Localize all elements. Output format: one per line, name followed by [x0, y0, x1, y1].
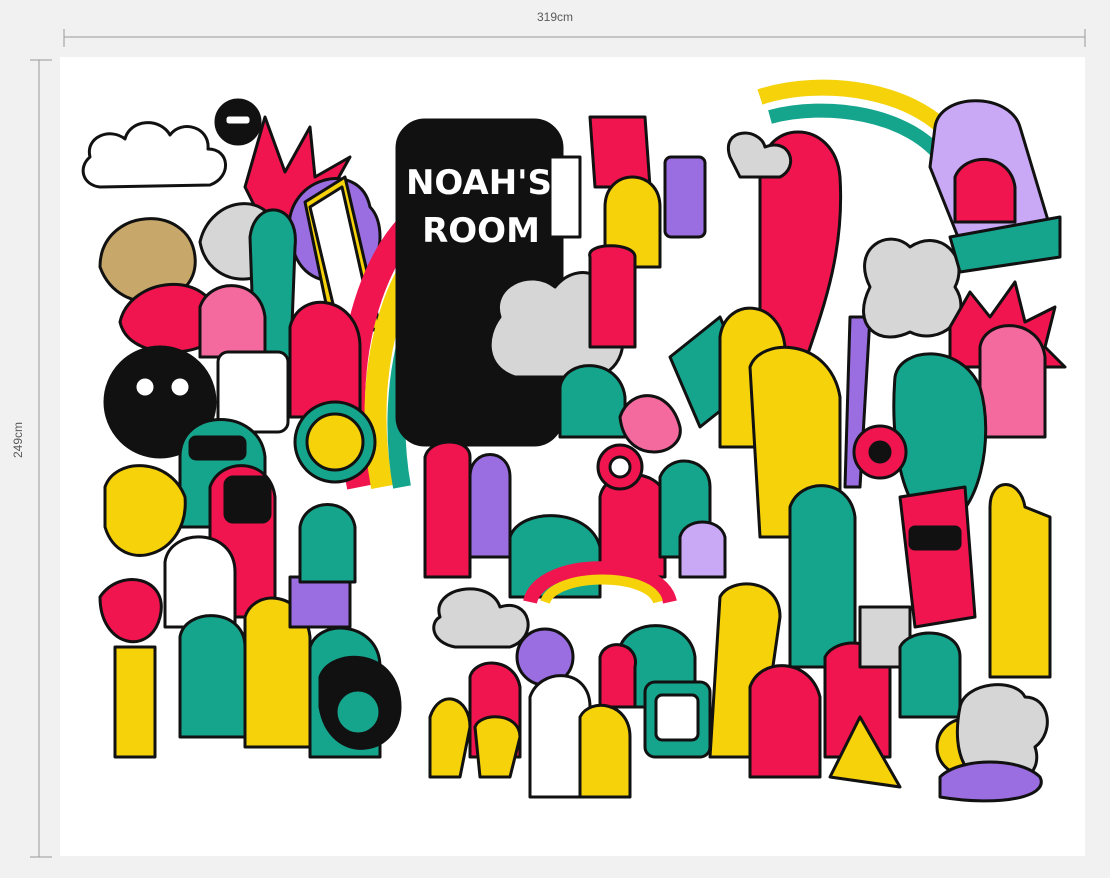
cloud-icon	[81, 121, 227, 189]
width-dimension-label: 319cm	[536, 10, 574, 24]
doodle-mural: NOAH'S ROOM	[81, 79, 1067, 803]
sign-title-line2: ROOM	[422, 211, 540, 251]
height-dimension-label: 249cm	[11, 421, 25, 459]
right-monsters	[678, 79, 1067, 803]
sign-title-line1: NOAH'S	[406, 163, 552, 203]
ninja-icon	[214, 98, 262, 146]
wallpaper-panel: NOAH'S ROOM	[60, 57, 1085, 856]
